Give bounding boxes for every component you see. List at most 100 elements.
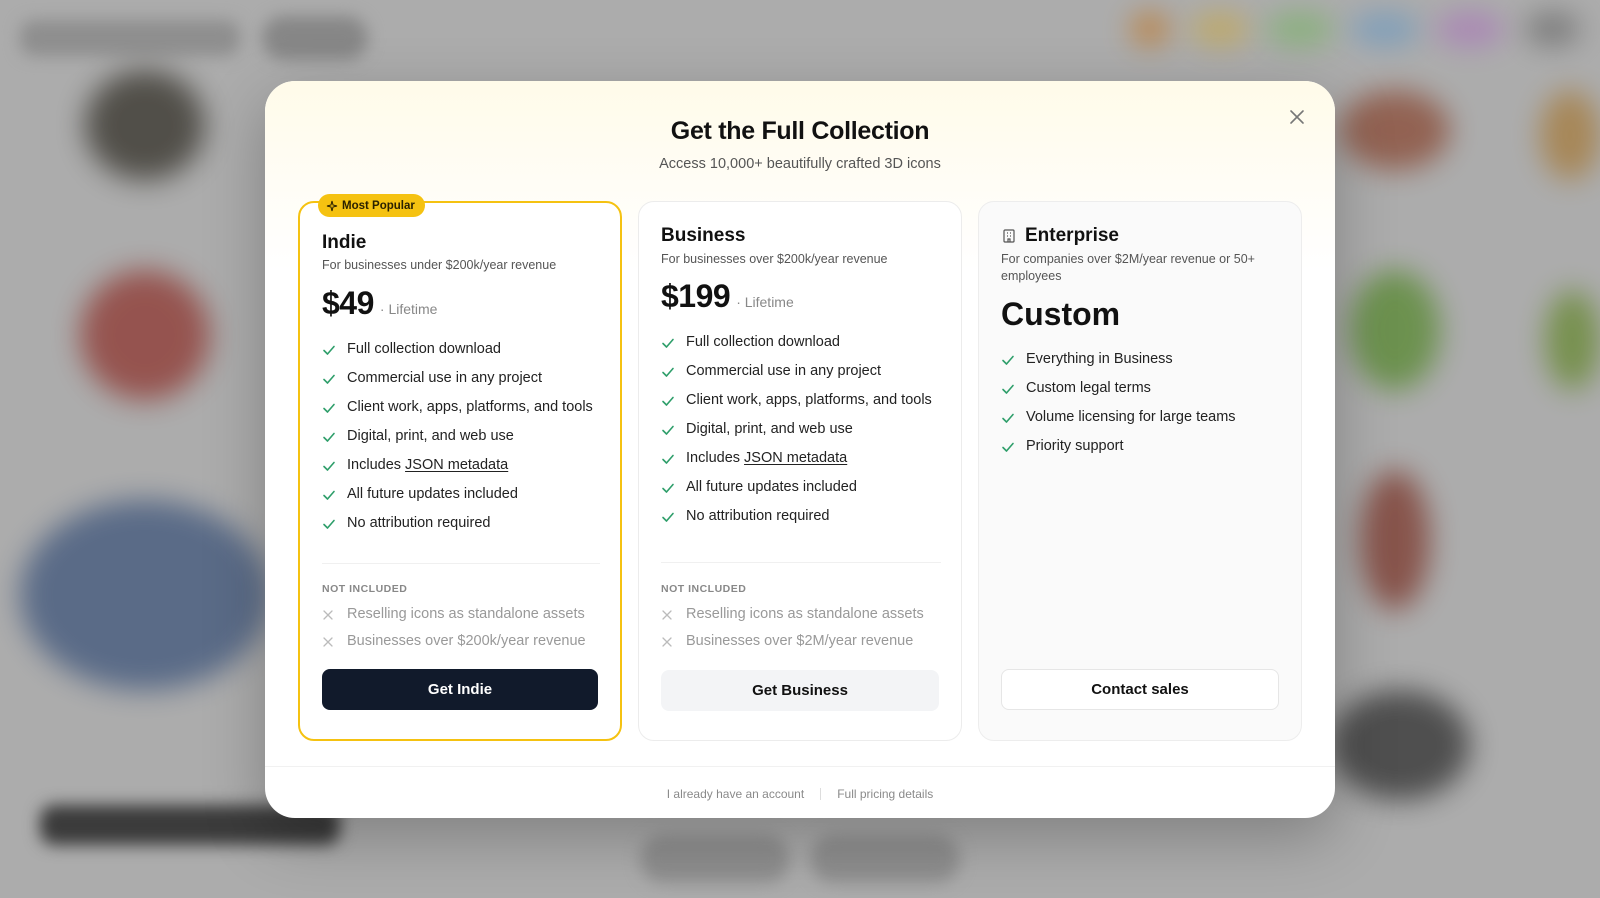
- x-icon: [662, 636, 672, 647]
- feature-item: Client work, apps, platforms, and tools: [661, 390, 947, 411]
- feature-text: Includes: [686, 450, 745, 466]
- not-included-item: Reselling icons as standalone assets: [661, 604, 947, 625]
- feature-text: Everything in Business: [1026, 351, 1173, 367]
- plan-description: For companies over $2M/year revenue or 5…: [1001, 252, 1255, 283]
- json-metadata-link[interactable]: JSON metadata: [405, 457, 508, 473]
- check-icon: [662, 425, 674, 435]
- not-included-item: Businesses over $2M/year revenue: [661, 631, 947, 652]
- not-included-item: Businesses over $200k/year revenue: [322, 631, 606, 652]
- modal-title: Get the Full Collection: [670, 117, 930, 145]
- feature-item: Digital, print, and web use: [661, 419, 947, 440]
- contact-sales-button[interactable]: Contact sales: [1001, 669, 1279, 710]
- feature-text: Volume licensing for large teams: [1026, 409, 1236, 425]
- check-icon: [662, 512, 674, 522]
- feature-text: Commercial use in any project: [686, 363, 882, 379]
- sparkle-icon: [326, 200, 338, 211]
- check-icon: [662, 338, 674, 348]
- plan-price: $199 · Lifetime: [661, 278, 794, 315]
- check-icon: [662, 367, 674, 377]
- plan-card-indie: Most Popular Indie For businesses under …: [298, 194, 622, 741]
- not-included-label: NOT INCLUDED: [661, 583, 747, 595]
- plan-description: For businesses under $200k/year revenue: [322, 258, 557, 272]
- feature-item: Commercial use in any project: [322, 368, 606, 389]
- not-included-item: Reselling icons as standalone assets: [322, 604, 606, 625]
- feature-text: No attribution required: [686, 508, 830, 524]
- not-included-text: Reselling icons as standalone assets: [686, 606, 924, 622]
- get-indie-button[interactable]: Get Indie: [322, 669, 598, 710]
- feature-item: Digital, print, and web use: [322, 426, 606, 447]
- feature-text: Client work, apps, platforms, and tools: [686, 392, 932, 408]
- feature-list: Full collection download Commercial use …: [322, 339, 606, 542]
- feature-item: Includes JSON metadata: [661, 448, 947, 469]
- plan-card-enterprise: Enterprise For companies over $2M/year r…: [978, 201, 1302, 741]
- get-business-button[interactable]: Get Business: [661, 670, 939, 711]
- plan-price: $49 · Lifetime: [322, 285, 437, 322]
- footer-divider: [265, 766, 1335, 767]
- login-link[interactable]: I already have an account: [667, 787, 804, 801]
- feature-item: Includes JSON metadata: [322, 455, 606, 476]
- feature-text: Digital, print, and web use: [686, 421, 853, 437]
- building-icon: [1003, 229, 1015, 243]
- check-icon: [323, 432, 335, 442]
- most-popular-badge: Most Popular: [318, 194, 425, 217]
- feature-item: All future updates included: [661, 477, 947, 498]
- feature-item: Priority support: [1001, 436, 1287, 457]
- badge-label: Most Popular: [342, 199, 415, 212]
- check-icon: [662, 454, 674, 464]
- feature-text: Custom legal terms: [1026, 380, 1151, 396]
- feature-item: Full collection download: [661, 332, 947, 353]
- check-icon: [662, 483, 674, 493]
- check-icon: [323, 490, 335, 500]
- x-icon: [323, 609, 333, 620]
- plan-description: For businesses over $200k/year revenue: [661, 252, 888, 266]
- feature-text: Priority support: [1026, 438, 1124, 454]
- x-icon: [323, 636, 333, 647]
- feature-text: Includes: [347, 457, 406, 473]
- check-icon: [1002, 384, 1014, 394]
- plan-name: Enterprise: [1025, 225, 1119, 246]
- price-suffix: · Lifetime: [736, 294, 794, 310]
- not-included-label: NOT INCLUDED: [322, 583, 408, 595]
- x-icon: [662, 609, 672, 620]
- feature-item: Full collection download: [322, 339, 606, 360]
- feature-text: All future updates included: [686, 479, 857, 495]
- feature-item: Client work, apps, platforms, and tools: [322, 397, 606, 418]
- divider: [322, 563, 600, 564]
- not-included-text: Businesses over $200k/year revenue: [347, 633, 586, 649]
- feature-text: All future updates included: [347, 486, 518, 502]
- feature-text: No attribution required: [347, 515, 491, 531]
- not-included-text: Businesses over $2M/year revenue: [686, 633, 914, 649]
- feature-item: No attribution required: [661, 506, 947, 527]
- check-icon: [323, 345, 335, 355]
- price-suffix: · Lifetime: [379, 301, 438, 317]
- feature-list: Full collection download Commercial use …: [661, 332, 947, 535]
- feature-text: Commercial use in any project: [347, 370, 543, 386]
- check-icon: [323, 374, 335, 384]
- plan-price: Custom: [1001, 296, 1121, 332]
- feature-item: Volume licensing for large teams: [1001, 407, 1287, 428]
- plan-name-row: Enterprise: [1001, 225, 1119, 247]
- not-included-list: Reselling icons as standalone assets Bus…: [322, 604, 606, 658]
- check-icon: [662, 396, 674, 406]
- plan-name: Indie: [322, 232, 367, 253]
- feature-item: All future updates included: [322, 484, 606, 505]
- price-value: $199: [661, 278, 731, 314]
- check-icon: [1002, 355, 1014, 365]
- feature-text: Full collection download: [686, 334, 840, 350]
- modal-subtitle: Access 10,000+ beautifully crafted 3D ic…: [659, 156, 941, 172]
- feature-text: Client work, apps, platforms, and tools: [347, 399, 593, 415]
- modal-footer: I already have an account Full pricing d…: [265, 787, 1335, 801]
- pricing-details-link[interactable]: Full pricing details: [837, 787, 933, 801]
- footer-separator: [820, 788, 822, 800]
- not-included-list: Reselling icons as standalone assets Bus…: [661, 604, 947, 658]
- not-included-text: Reselling icons as standalone assets: [347, 606, 585, 622]
- check-icon: [1002, 442, 1014, 452]
- check-icon: [323, 403, 335, 413]
- plan-name: Business: [661, 225, 746, 246]
- feature-text: Full collection download: [347, 341, 501, 357]
- feature-item: No attribution required: [322, 513, 606, 534]
- json-metadata-link[interactable]: JSON metadata: [744, 450, 847, 466]
- check-icon: [1002, 413, 1014, 423]
- feature-item: Commercial use in any project: [661, 361, 947, 382]
- plan-card-business: Business For businesses over $200k/year …: [638, 201, 962, 741]
